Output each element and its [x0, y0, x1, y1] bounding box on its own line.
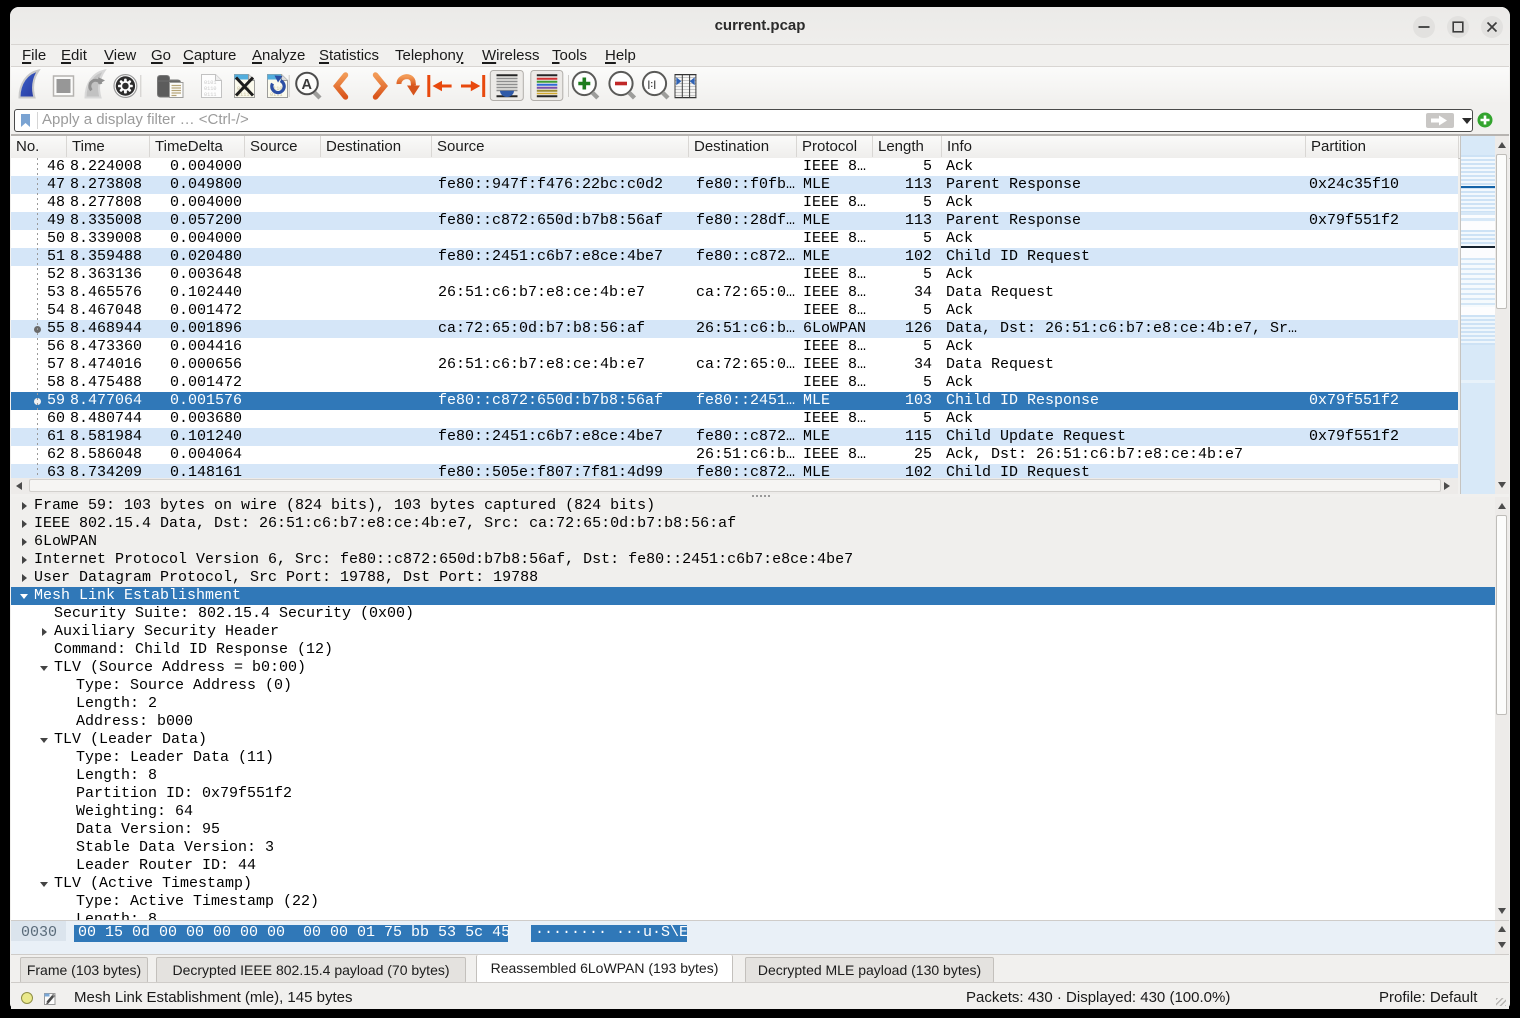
svg-text:0111: 0111: [204, 92, 216, 98]
svg-text:A: A: [302, 77, 313, 93]
svg-text:|:|: |:|: [648, 79, 656, 90]
